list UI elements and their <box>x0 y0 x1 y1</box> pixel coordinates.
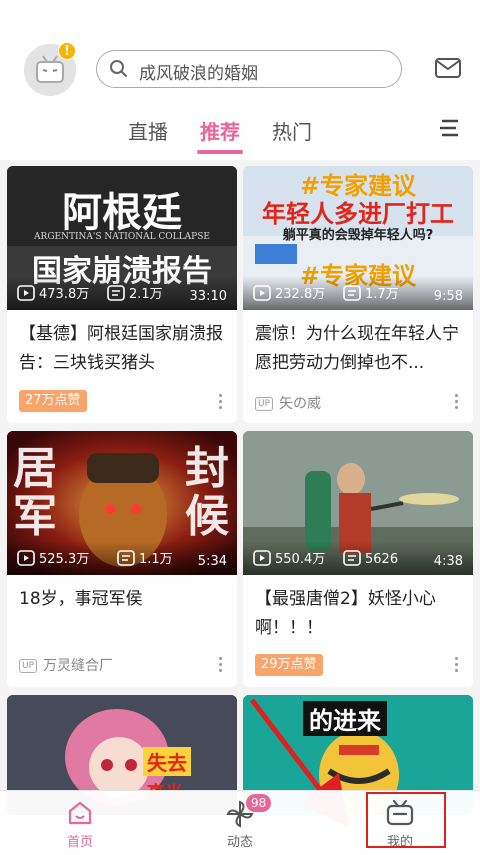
danmaku-icon <box>343 550 361 566</box>
play-count-icon <box>17 285 35 301</box>
notification-badge: ! <box>58 42 76 60</box>
video-duration: 4:38 <box>433 554 463 569</box>
top-header: ! 成风破浪的婚姻 直播 推荐 热门 <box>0 0 480 160</box>
thumb-text-left: 居军 <box>13 443 57 542</box>
danmaku-icon <box>343 285 361 301</box>
video-card[interactable]: 阿根廷 ARGENTINA'S NATIONAL COLLAPSE 国家崩溃报告… <box>7 166 237 423</box>
nav-home[interactable]: 首页 <box>30 791 130 855</box>
more-options-icon[interactable] <box>455 394 459 412</box>
view-count: 550.4万 <box>253 550 325 569</box>
play-count-icon <box>253 285 271 301</box>
thumb-text: 失去 <box>143 747 191 776</box>
video-card[interactable]: #专家建议 年轻人多进厂打工 躺平真的会毁掉年轻人吗? #专家建议 232.8万… <box>243 166 473 423</box>
like-badge: 27万点赞 <box>19 390 87 412</box>
danmaku-icon <box>117 550 135 566</box>
danmaku-count: 1.7万 <box>343 285 399 304</box>
thumb-text: 的进来 <box>303 701 387 736</box>
danmaku-count: 5626 <box>343 550 398 569</box>
home-icon <box>68 801 92 825</box>
search-input[interactable]: 成风破浪的婚姻 <box>96 50 402 88</box>
video-title: 【最强唐僧2】妖怪小心啊！！！ <box>255 589 436 638</box>
nav-dynamic-label: 动态 <box>226 835 253 850</box>
up-tag: UP <box>255 397 274 411</box>
video-title: 【基德】阿根廷国家崩溃报告：三块钱买猪头 <box>19 324 223 373</box>
video-card[interactable]: 550.4万 5626 4:38 【最强唐僧2】妖怪小心啊！！！ 29万点赞 <box>243 431 473 687</box>
video-thumbnail: 阿根廷 ARGENTINA'S NATIONAL COLLAPSE 国家崩溃报告… <box>7 166 237 310</box>
video-title: 震惊！为什么现在年轻人宁愿把劳动力倒掉也不... <box>255 324 459 373</box>
video-thumbnail: #专家建议 年轻人多进厂打工 躺平真的会毁掉年轻人吗? #专家建议 232.8万… <box>243 166 473 310</box>
play-count-icon <box>253 550 271 566</box>
view-count: 232.8万 <box>253 285 325 304</box>
thumb-question: 躺平真的会毁掉年轻人吗? <box>282 228 434 243</box>
mail-icon[interactable] <box>434 56 462 80</box>
highlight-box <box>366 792 446 848</box>
more-options-icon[interactable] <box>219 394 223 412</box>
search-placeholder: 成风破浪的婚姻 <box>139 64 258 84</box>
tab-hot[interactable]: 热门 <box>272 116 312 145</box>
video-thumbnail: 550.4万 5626 4:38 <box>243 431 473 575</box>
danmaku-icon <box>107 285 125 301</box>
thumb-text-right: 封候 <box>185 443 229 542</box>
video-card[interactable]: 居军 封候 525.3万 1.1万 5:34 18岁，事冠军侯 UP 万灵缝合厂 <box>7 431 237 687</box>
video-duration: 9:58 <box>433 289 463 304</box>
uploader-name: 万灵缝合厂 <box>43 658 114 674</box>
uploader[interactable]: UP 万灵缝合厂 <box>19 655 113 675</box>
tab-live[interactable]: 直播 <box>128 116 168 145</box>
uploader[interactable]: UP 矢の威 <box>255 393 321 413</box>
play-count-icon <box>17 550 35 566</box>
video-duration: 33:10 <box>189 289 227 304</box>
video-thumbnail: 居军 封候 525.3万 1.1万 5:34 <box>7 431 237 575</box>
video-duration: 5:34 <box>197 554 227 569</box>
active-tab-indicator <box>197 150 243 154</box>
thumb-title-top: 阿根廷 <box>62 190 182 236</box>
search-icon <box>110 60 127 77</box>
menu-icon[interactable] <box>438 118 460 138</box>
channel-tabs: 直播 推荐 热门 <box>0 112 480 156</box>
nav-dynamic[interactable]: 98 动态 <box>190 791 290 855</box>
tab-recommend[interactable]: 推荐 <box>200 116 240 145</box>
view-count: 473.8万 <box>17 285 89 304</box>
like-badge: 29万点赞 <box>255 654 323 676</box>
more-options-icon[interactable] <box>219 657 223 675</box>
more-options-icon[interactable] <box>455 657 459 675</box>
danmaku-count: 1.1万 <box>117 550 173 569</box>
view-count: 525.3万 <box>17 550 89 569</box>
danmaku-count: 2.1万 <box>107 285 163 304</box>
dynamic-badge: 98 <box>246 794 272 812</box>
video-title: 18岁，事冠军侯 <box>19 589 143 609</box>
uploader-name: 矢の威 <box>279 396 322 412</box>
nav-home-label: 首页 <box>66 835 93 850</box>
thumb-subtitle: ARGENTINA'S NATIONAL COLLAPSE <box>34 232 210 242</box>
up-tag: UP <box>19 659 38 673</box>
